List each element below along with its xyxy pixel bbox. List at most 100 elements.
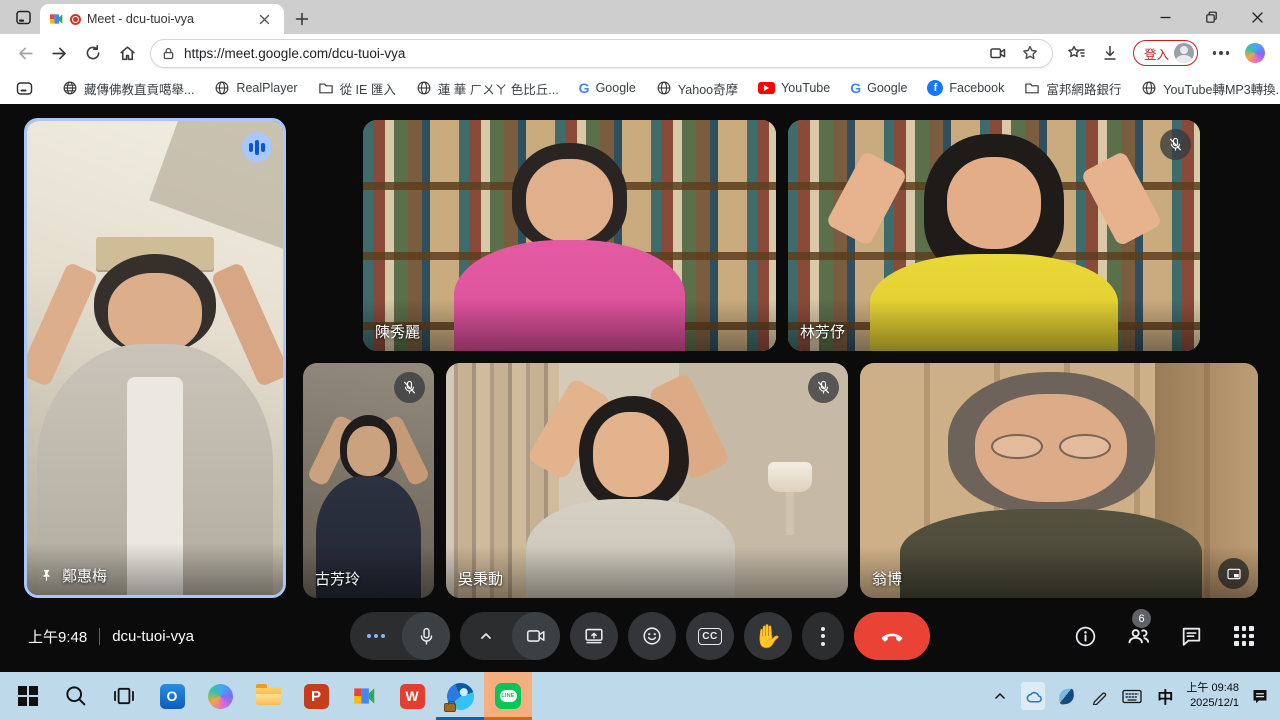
restore-button[interactable] xyxy=(1188,0,1234,34)
home-button[interactable] xyxy=(112,38,142,68)
back-button[interactable] xyxy=(10,38,40,68)
bookmark-item[interactable]: RealPlayer xyxy=(208,77,303,99)
taskbar-line-button[interactable]: LINE xyxy=(484,672,532,720)
bookmark-item[interactable]: YouTube轉MP3轉換... xyxy=(1135,76,1280,101)
present-icon xyxy=(583,625,605,647)
windows-taskbar: O P W LINE 中 xyxy=(0,672,1280,720)
mic-muted-indicator xyxy=(808,372,839,403)
taskbar-wps-button[interactable]: W xyxy=(388,672,436,720)
favorite-star-icon[interactable] xyxy=(1018,41,1042,65)
tray-app-icon[interactable] xyxy=(1054,682,1078,710)
facebook-icon: f xyxy=(927,80,943,96)
chat-button[interactable] xyxy=(1177,622,1205,650)
show-people-button[interactable]: 6 xyxy=(1124,622,1152,650)
activities-button[interactable] xyxy=(1230,622,1258,650)
video-tile[interactable]: 林芳伃 xyxy=(788,120,1200,351)
mic-control xyxy=(350,612,450,660)
camera-in-use-icon[interactable] xyxy=(986,41,1010,65)
ime-indicator[interactable]: 中 xyxy=(1153,684,1177,708)
camera-button[interactable] xyxy=(512,612,560,660)
picture-in-picture-button[interactable] xyxy=(1218,558,1249,589)
action-center-button[interactable] xyxy=(1248,682,1272,710)
search-button[interactable] xyxy=(52,672,100,720)
video-settings-button[interactable] xyxy=(460,612,512,660)
start-button[interactable] xyxy=(4,672,52,720)
refresh-button[interactable] xyxy=(78,38,108,68)
meeting-details-button[interactable] xyxy=(1071,622,1099,650)
bookmark-item[interactable]: YouTube xyxy=(752,78,836,98)
google-icon: G xyxy=(579,80,590,96)
url-text[interactable]: https://meet.google.com/dcu-tuoi-vya xyxy=(184,46,978,61)
minimize-button[interactable] xyxy=(1142,0,1188,34)
task-view-button[interactable] xyxy=(100,672,148,720)
folder-icon xyxy=(1024,81,1040,95)
bookmark-item[interactable]: fFacebook xyxy=(921,77,1010,99)
bookmark-folder[interactable]: 富邦網路銀行 xyxy=(1018,76,1127,101)
search-icon xyxy=(64,684,88,708)
bookmark-item[interactable]: GGoogle xyxy=(844,77,913,99)
window-controls xyxy=(1142,0,1280,34)
downloads-button[interactable] xyxy=(1095,38,1125,68)
participant-name: 林芳伃 xyxy=(800,321,845,342)
mic-off-icon xyxy=(401,379,418,396)
signin-button[interactable]: 登入 xyxy=(1133,40,1198,66)
onedrive-icon[interactable] xyxy=(1021,682,1045,710)
screen: Meet - dcu-tuoi-vya https://meet.google.… xyxy=(0,0,1280,720)
bookmark-label: 富邦網路銀行 xyxy=(1046,79,1121,98)
taskbar-copilot-button[interactable] xyxy=(196,672,244,720)
tab-actions-button[interactable] xyxy=(8,4,38,30)
bookmark-item[interactable]: Yahoo奇摩 xyxy=(650,76,744,101)
tab-close-icon[interactable] xyxy=(252,7,276,31)
taskbar-outlook-button[interactable]: O xyxy=(148,672,196,720)
taskbar-meet-button[interactable] xyxy=(340,672,388,720)
participant-count-badge: 6 xyxy=(1132,609,1151,628)
more-options-button[interactable] xyxy=(802,612,844,660)
call-controls: CC ✋ xyxy=(350,612,930,660)
participant-nametag: 鄭惠梅 xyxy=(39,565,107,586)
mic-muted-indicator xyxy=(1160,129,1191,160)
bookmark-folder[interactable]: 從 IE 匯入 xyxy=(312,76,402,101)
video-tile[interactable]: 古芳玲 xyxy=(303,363,434,598)
video-tile[interactable]: 鄭惠梅 xyxy=(24,118,286,598)
touch-keyboard-icon[interactable] xyxy=(1120,682,1144,710)
collections-icon[interactable] xyxy=(12,76,36,100)
bookmark-item[interactable]: 蓮 華 ㄏㄨㄚ 色比丘... xyxy=(410,76,565,101)
divider xyxy=(99,628,100,645)
taskbar-edge-button[interactable] xyxy=(436,672,484,720)
bookmark-item[interactable]: G Google xyxy=(573,77,642,99)
present-button[interactable] xyxy=(570,612,618,660)
browser-menu-button[interactable] xyxy=(1206,38,1236,68)
mic-button[interactable] xyxy=(402,612,450,660)
participant-video xyxy=(788,120,1200,351)
raise-hand-button[interactable]: ✋ xyxy=(744,612,792,660)
video-tile[interactable]: 陳秀麗 xyxy=(363,120,776,351)
task-view-icon xyxy=(112,684,136,708)
globe-icon xyxy=(1141,80,1157,96)
bookmark-item[interactable]: 藏傳佛教直貢噶舉... xyxy=(56,76,200,101)
copilot-button[interactable] xyxy=(1240,38,1270,68)
taskbar-file-explorer-button[interactable] xyxy=(244,672,292,720)
mic-icon xyxy=(416,626,437,647)
pen-input-icon[interactable] xyxy=(1087,682,1111,710)
video-tile[interactable]: 翁博 xyxy=(860,363,1258,598)
reactions-button[interactable] xyxy=(628,612,676,660)
browser-tab[interactable]: Meet - dcu-tuoi-vya xyxy=(40,4,284,34)
meet-stage: 鄭惠梅 陳秀麗 xyxy=(0,104,1280,672)
address-bar[interactable]: https://meet.google.com/dcu-tuoi-vya xyxy=(150,39,1053,68)
forward-button[interactable] xyxy=(44,38,74,68)
audio-settings-button[interactable] xyxy=(350,612,402,660)
captions-button[interactable]: CC xyxy=(686,612,734,660)
work-profile-briefcase-icon xyxy=(444,703,456,712)
globe-icon xyxy=(62,80,78,96)
favorites-bar-button[interactable] xyxy=(1061,38,1091,68)
cc-icon: CC xyxy=(698,628,721,645)
taskbar-powerpoint-button[interactable]: P xyxy=(292,672,340,720)
tray-clock[interactable]: 上午 09:48 2025/12/1 xyxy=(1186,681,1239,711)
leave-call-button[interactable] xyxy=(854,612,930,660)
new-tab-button[interactable] xyxy=(290,7,314,31)
bookmark-label: Google xyxy=(596,81,636,95)
video-tile[interactable]: 吳秉動 xyxy=(446,363,848,598)
copilot-icon xyxy=(208,684,233,709)
close-button[interactable] xyxy=(1234,0,1280,34)
tray-overflow-chevron[interactable] xyxy=(988,682,1012,710)
